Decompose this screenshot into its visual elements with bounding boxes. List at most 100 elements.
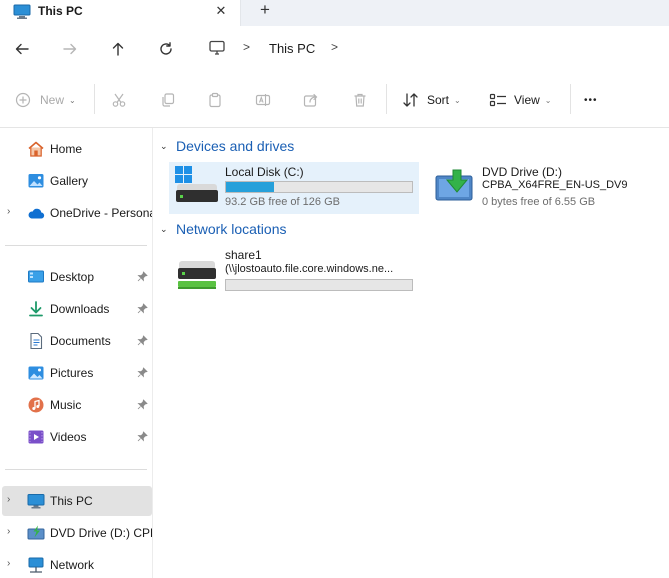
sidebar-item-onedrive[interactable]: › OneDrive - Persona <box>0 198 153 228</box>
monitor-icon[interactable] <box>208 40 226 59</box>
pin-icon[interactable] <box>137 271 148 285</box>
sort-button[interactable]: Sort ⌄ <box>402 90 461 110</box>
rename-icon <box>255 94 271 106</box>
sort-label: Sort <box>427 93 450 107</box>
chevron-right-icon[interactable]: › <box>7 206 10 217</box>
pin-icon[interactable] <box>137 303 148 317</box>
share-button[interactable] <box>303 90 319 110</box>
capacity-bar <box>225 181 413 193</box>
chevron-down-icon[interactable]: ⌄ <box>160 141 174 152</box>
chevron-right-icon[interactable]: › <box>7 494 10 505</box>
close-tab-button[interactable]: ✕ <box>212 2 230 20</box>
tab-strip: This PC ✕ + <box>0 0 669 26</box>
paste-button[interactable] <box>207 90 223 110</box>
drive-dvd-d[interactable]: DVD Drive (D:) CPBA_X64FRE_EN-US_DV9 0 b… <box>426 162 666 214</box>
computer-icon <box>13 4 31 23</box>
sidebar-item-this-pc[interactable]: › This PC <box>2 486 152 516</box>
document-icon <box>27 332 45 350</box>
location-name: share1 <box>225 248 262 262</box>
up-button[interactable] <box>107 38 129 60</box>
sidebar-item-music[interactable]: Music <box>0 390 153 420</box>
drive-name: Local Disk (C:) <box>225 165 304 179</box>
navigation-bar: > This PC > <box>0 26 669 72</box>
chevron-down-icon[interactable]: ⌄ <box>160 224 174 235</box>
sidebar-item-label: OneDrive - Persona <box>50 206 152 220</box>
sidebar-item-dvd-drive[interactable]: › DVD Drive (D:) CPBA_X64FRE_EN-US_DV9 <box>0 518 153 548</box>
group-header-network[interactable]: ⌄ Network locations <box>160 221 287 237</box>
pin-icon[interactable] <box>137 367 148 381</box>
sidebar-item-label: Network <box>50 558 95 572</box>
delete-button[interactable] <box>352 90 368 110</box>
network-icon <box>27 556 45 574</box>
desktop-icon <box>27 268 45 286</box>
arrow-right-icon <box>63 43 77 55</box>
sidebar-item-label: This PC <box>50 494 93 508</box>
tab-title: This PC <box>38 4 83 18</box>
sidebar-item-desktop[interactable]: Desktop <box>0 262 153 292</box>
sidebar-item-home[interactable]: Home <box>0 134 153 164</box>
pictures-icon <box>27 364 45 382</box>
breadcrumb-separator[interactable]: > <box>331 40 338 54</box>
drive-free-space: 93.2 GB free of 126 GB <box>225 196 340 208</box>
sidebar-item-pictures[interactable]: Pictures <box>0 358 153 388</box>
sidebar-item-downloads[interactable]: Downloads <box>0 294 153 324</box>
network-location-share1[interactable]: share1 (\\jlostoauto.file.core.windows.n… <box>169 245 419 297</box>
refresh-button[interactable] <box>155 38 177 60</box>
pin-icon[interactable] <box>137 399 148 413</box>
copy-button[interactable] <box>160 90 176 110</box>
view-button[interactable]: View ⌄ <box>489 90 552 110</box>
view-label: View <box>514 93 540 107</box>
sidebar-item-videos[interactable]: Videos <box>0 422 153 452</box>
network-drive-icon <box>174 247 220 298</box>
location-path: (\\jlostoauto.file.core.windows.ne... <box>225 263 394 275</box>
home-icon <box>27 140 45 158</box>
back-button[interactable] <box>11 38 33 60</box>
computer-icon <box>27 492 45 510</box>
divider <box>94 84 95 114</box>
trash-icon <box>354 93 366 107</box>
drive-local-disk-c[interactable]: Local Disk (C:) 93.2 GB free of 126 GB <box>169 162 419 214</box>
chevron-down-icon: ⌄ <box>544 95 552 105</box>
sidebar-item-documents[interactable]: Documents <box>0 326 153 356</box>
chevron-down-icon: ⌄ <box>69 95 76 105</box>
breadcrumb-separator[interactable]: > <box>243 40 250 54</box>
dvd-drive-icon <box>431 164 477 215</box>
sidebar-item-label: Gallery <box>50 174 89 188</box>
copy-icon <box>162 93 175 107</box>
more-options-button[interactable]: ••• <box>584 90 598 110</box>
hard-drive-icon <box>174 164 220 215</box>
capacity-bar-fill <box>226 182 275 192</box>
group-title: Devices and drives <box>176 138 295 154</box>
music-icon <box>27 396 45 414</box>
share-icon <box>303 93 318 107</box>
refresh-icon <box>160 42 172 55</box>
content-area: ⌄ Devices and drives Local Disk (C:) 93.… <box>154 128 669 578</box>
chevron-right-icon[interactable]: › <box>7 558 10 569</box>
drive-name: DVD Drive (D:) <box>482 165 562 179</box>
breadcrumb-item-this-pc[interactable]: This PC <box>269 41 315 56</box>
gallery-icon <box>27 172 45 190</box>
tab-this-pc[interactable]: This PC ✕ <box>0 0 241 26</box>
divider <box>570 84 571 114</box>
clipboard-icon <box>209 92 221 108</box>
download-icon <box>27 300 45 318</box>
capacity-bar <box>225 279 413 291</box>
new-tab-button[interactable]: + <box>255 1 275 21</box>
videos-icon <box>27 428 45 446</box>
sort-icon <box>403 93 418 107</box>
command-bar: New ⌄ Sort ⌄ View ⌄ ••• <box>0 72 669 128</box>
scissors-icon <box>112 93 126 107</box>
drive-free-space: 0 bytes free of 6.55 GB <box>482 196 596 208</box>
pin-icon[interactable] <box>137 335 148 349</box>
rename-button[interactable] <box>255 90 271 110</box>
forward-button[interactable] <box>59 38 81 60</box>
new-button[interactable]: New ⌄ <box>15 90 76 110</box>
drive-label: CPBA_X64FRE_EN-US_DV9 <box>482 179 628 191</box>
chevron-right-icon[interactable]: › <box>7 526 10 537</box>
sidebar-item-label: DVD Drive (D:) CPBA_X64FRE_EN-US_DV9 <box>50 526 152 540</box>
sidebar-item-gallery[interactable]: Gallery <box>0 166 153 196</box>
cut-button[interactable] <box>111 90 127 110</box>
pin-icon[interactable] <box>137 431 148 445</box>
sidebar-item-network[interactable]: › Network <box>0 550 153 578</box>
group-header-devices[interactable]: ⌄ Devices and drives <box>160 138 294 154</box>
